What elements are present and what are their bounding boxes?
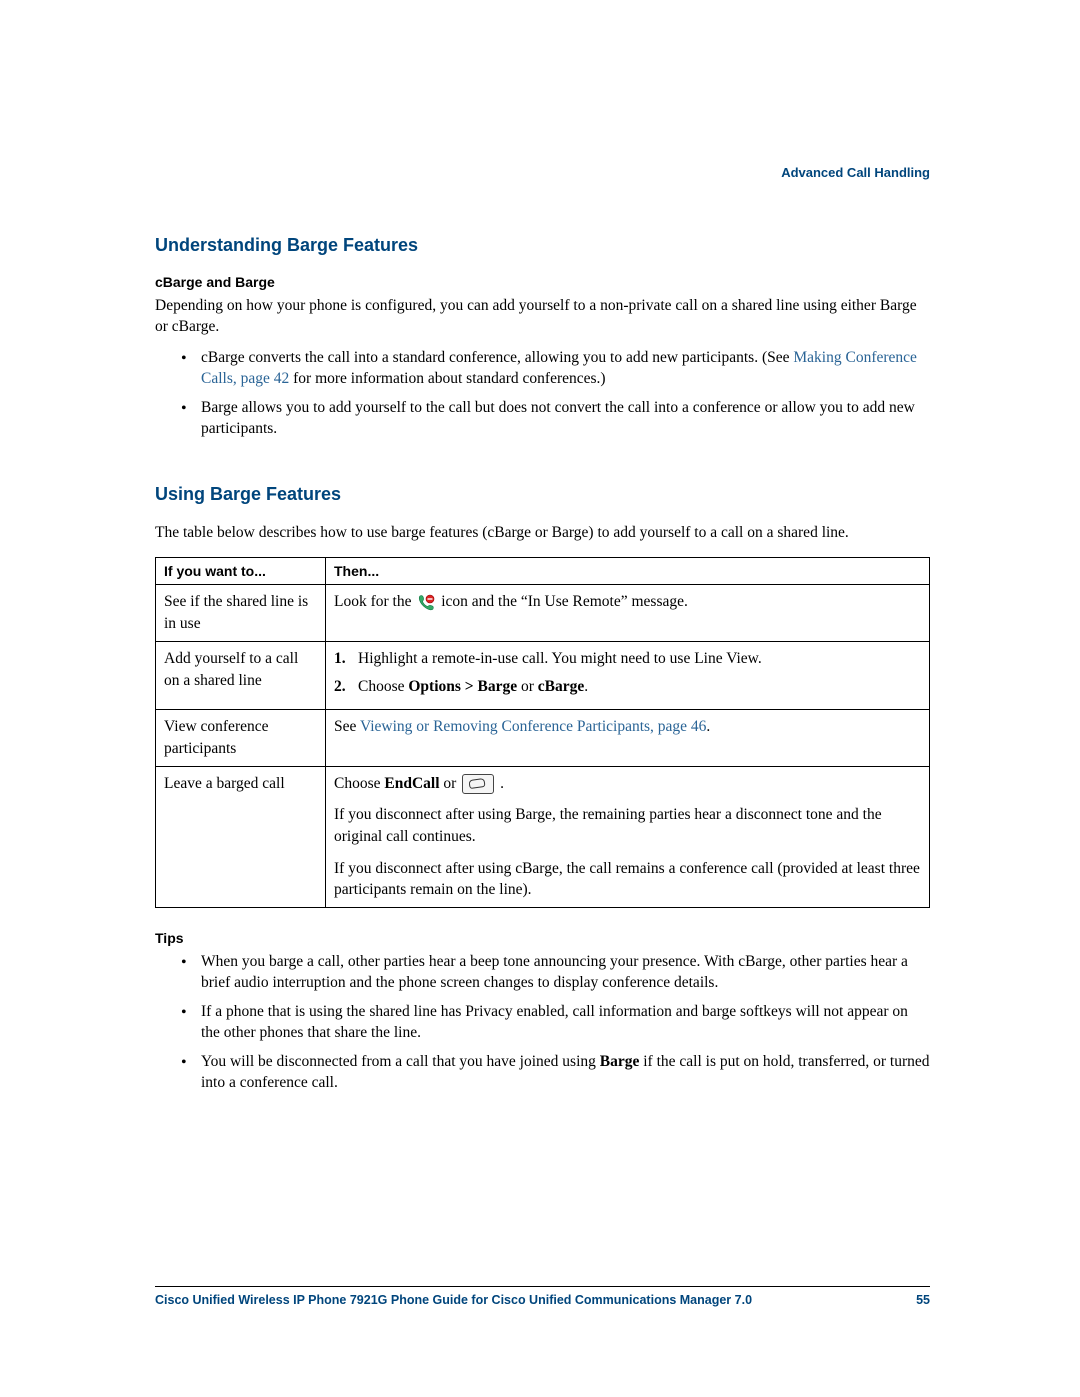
- bullet-cbarge-post: for more information about standard conf…: [289, 370, 605, 387]
- link-viewing-removing-participants[interactable]: Viewing or Removing Conference Participa…: [360, 718, 706, 735]
- page-footer: Cisco Unified Wireless IP Phone 7921G Ph…: [155, 1286, 930, 1307]
- text-fragment: or: [440, 775, 461, 792]
- text-fragment: .: [500, 775, 504, 792]
- leave-note-cbarge: If you disconnect after using cBarge, th…: [334, 858, 921, 901]
- text-fragment: Choose: [334, 775, 384, 792]
- heading-using-barge: Using Barge Features: [155, 484, 930, 505]
- intro-paragraph-2: The table below describes how to use bar…: [155, 523, 930, 544]
- cell-then-add-yourself: Highlight a remote-in-use call. You migh…: [326, 641, 930, 709]
- subheading-cbarge-and-barge: cBarge and Barge: [155, 274, 930, 290]
- footer-page-number: 55: [916, 1293, 930, 1307]
- text-bold: EndCall: [384, 775, 439, 792]
- text-fragment: or: [517, 678, 538, 695]
- text-fragment: Choose: [358, 678, 408, 695]
- bullet-barge: Barge allows you to add yourself to the …: [181, 398, 930, 440]
- tips-list: When you barge a call, other parties hea…: [155, 952, 930, 1094]
- subheading-tips: Tips: [155, 930, 930, 946]
- text-fragment: You will be disconnected from a call tha…: [201, 1053, 600, 1070]
- cell-if-leave-barged: Leave a barged call: [156, 766, 326, 907]
- running-header: Advanced Call Handling: [155, 165, 930, 180]
- footer-title: Cisco Unified Wireless IP Phone 7921G Ph…: [155, 1293, 752, 1307]
- tip-2: If a phone that is using the shared line…: [181, 1002, 930, 1044]
- text-fragment: Look for the: [334, 593, 415, 610]
- bullet-list-1: cBarge converts the call into a standard…: [155, 348, 930, 440]
- cell-then-leave-barged: Choose EndCall or . If you disconnect af…: [326, 766, 930, 907]
- table-header-then: Then...: [326, 558, 930, 585]
- tip-1: When you barge a call, other parties hea…: [181, 952, 930, 994]
- bullet-cbarge: cBarge converts the call into a standard…: [181, 348, 930, 390]
- table-header-if: If you want to...: [156, 558, 326, 585]
- text-fragment: See: [334, 718, 360, 735]
- in-use-remote-icon: [417, 594, 435, 612]
- leave-note-barge: If you disconnect after using Barge, the…: [334, 804, 921, 847]
- text-fragment: icon and the “In Use Remote” message.: [441, 593, 688, 610]
- text-fragment: .: [584, 678, 588, 695]
- cell-then-view-participants: See Viewing or Removing Conference Parti…: [326, 710, 930, 766]
- table-row: View conference participants See Viewing…: [156, 710, 930, 766]
- intro-paragraph-1: Depending on how your phone is configure…: [155, 296, 930, 338]
- step-2: Choose Options > Barge or cBarge.: [334, 676, 921, 698]
- table-row: Leave a barged call Choose EndCall or . …: [156, 766, 930, 907]
- text-bold: Options > Barge: [408, 678, 517, 695]
- table-row: Add yourself to a call on a shared line …: [156, 641, 930, 709]
- cell-if-shared-line: See if the shared line is in use: [156, 585, 326, 641]
- text-bold: cBarge: [538, 678, 584, 695]
- page-content: Advanced Call Handling Understanding Bar…: [0, 0, 1080, 1094]
- step-1: Highlight a remote-in-use call. You migh…: [334, 648, 921, 670]
- text-bold: Barge: [600, 1053, 640, 1070]
- end-call-key-icon: [462, 774, 494, 794]
- bullet-cbarge-pre: cBarge converts the call into a standard…: [201, 349, 793, 366]
- table-row: See if the shared line is in use Look fo…: [156, 585, 930, 641]
- barge-feature-table: If you want to... Then... See if the sha…: [155, 557, 930, 908]
- text-fragment: .: [706, 718, 710, 735]
- cell-then-shared-line: Look for the icon and the “In Use Remote…: [326, 585, 930, 641]
- cell-if-view-participants: View conference participants: [156, 710, 326, 766]
- cell-if-add-yourself: Add yourself to a call on a shared line: [156, 641, 326, 709]
- heading-understanding-barge: Understanding Barge Features: [155, 235, 930, 256]
- tip-3: You will be disconnected from a call tha…: [181, 1052, 930, 1094]
